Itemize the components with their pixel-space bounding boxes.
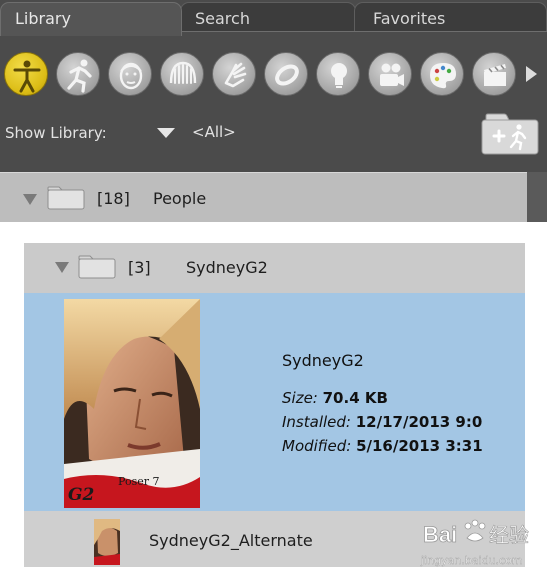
baidu-jingyan-watermark: Bai 经验 jingyan.baidu.com (419, 512, 547, 570)
watermark-brand-cn: 经验 (489, 523, 529, 547)
tab-search[interactable]: Search (180, 2, 356, 32)
scroll-right-arrow-icon[interactable] (526, 66, 537, 82)
palette-icon[interactable] (420, 52, 464, 96)
selected-library-item[interactable]: G2 Poser 7 SydneyG2 Size: 70.4 KB Instal… (24, 293, 525, 511)
modified-label: Modified (282, 437, 347, 455)
item-name: SydneyG2_Alternate (149, 531, 313, 550)
show-library-label: Show Library: (5, 124, 107, 142)
expand-triangle-icon[interactable] (55, 262, 69, 273)
item-modified: Modified: 5/16/2013 3:31 (282, 437, 483, 455)
tab-library[interactable]: Library (0, 2, 182, 36)
library-filter-value[interactable]: <All> (192, 123, 236, 141)
tab-favorites[interactable]: Favorites (354, 2, 547, 32)
figure-thumbnail[interactable]: G2 Poser 7 (64, 299, 200, 508)
camera-icon[interactable] (368, 52, 412, 96)
folder-name: People (153, 189, 207, 208)
folder-row-sydneyg2[interactable]: [3] SydneyG2 (24, 243, 525, 293)
hand-icon[interactable] (212, 52, 256, 96)
thumbnail-logo: G2 (68, 485, 95, 505)
ring-prop-icon[interactable] (264, 52, 308, 96)
watermark-url: jingyan.baidu.com (420, 554, 523, 567)
hair-icon[interactable] (160, 52, 204, 96)
figure-icon[interactable] (4, 52, 48, 96)
folder-count: [3] (128, 258, 151, 277)
item-size: Size: 70.4 KB (282, 389, 388, 407)
running-pose-icon[interactable] (56, 52, 100, 96)
add-runtime-folder-button[interactable] (480, 112, 542, 156)
installed-label: Installed (282, 413, 346, 431)
modified-value: 5/16/2013 3:31 (356, 437, 483, 455)
watermark-brand: Bai (423, 522, 457, 547)
folder-icon (47, 186, 85, 210)
folder-row-people[interactable]: [18] People (0, 172, 527, 222)
alternate-thumbnail[interactable] (94, 519, 120, 565)
size-value: 70.4 KB (322, 389, 388, 407)
folder-name: SydneyG2 (186, 258, 268, 277)
library-panel: Library Search Favorites Show Library: <… (0, 0, 547, 222)
category-icon-bar (0, 46, 547, 102)
size-label: Size (282, 389, 313, 407)
expand-triangle-icon[interactable] (23, 194, 37, 205)
installed-value: 12/17/2013 9:0 (355, 413, 483, 431)
item-name: SydneyG2 (282, 351, 364, 370)
scrollbar-track[interactable] (527, 172, 547, 222)
library-dropdown-icon[interactable] (157, 128, 175, 138)
folder-count: [18] (97, 189, 130, 208)
lightbulb-icon[interactable] (316, 52, 360, 96)
thumbnail-caption: Poser 7 (118, 475, 160, 488)
folder-icon (78, 255, 116, 279)
clapperboard-icon[interactable] (472, 52, 516, 96)
item-installed: Installed: 12/17/2013 9:0 (282, 413, 483, 431)
face-icon[interactable] (108, 52, 152, 96)
